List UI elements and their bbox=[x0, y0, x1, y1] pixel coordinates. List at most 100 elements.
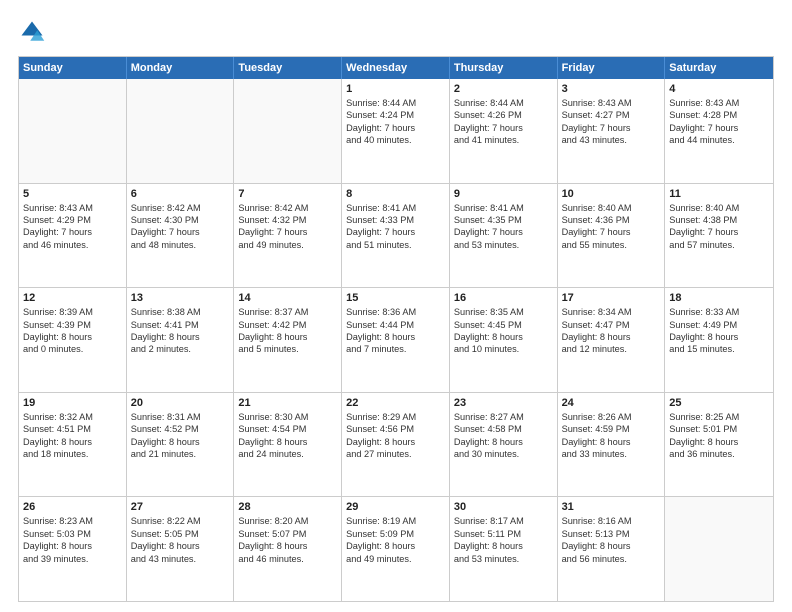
day-17-line-2: Sunset: 4:47 PM bbox=[562, 319, 661, 331]
day-27-line-4: and 43 minutes. bbox=[131, 553, 230, 565]
day-13-line-2: Sunset: 4:41 PM bbox=[131, 319, 230, 331]
day-27-line-3: Daylight: 8 hours bbox=[131, 540, 230, 552]
day-number-25: 25 bbox=[669, 397, 769, 409]
day-29-line-3: Daylight: 8 hours bbox=[346, 540, 445, 552]
day-23-line-1: Sunrise: 8:27 AM bbox=[454, 411, 553, 423]
day-5-line-1: Sunrise: 8:43 AM bbox=[23, 202, 122, 214]
day-29-line-2: Sunset: 5:09 PM bbox=[346, 528, 445, 540]
day-24-line-1: Sunrise: 8:26 AM bbox=[562, 411, 661, 423]
day-cell-4: 4Sunrise: 8:43 AMSunset: 4:28 PMDaylight… bbox=[665, 79, 773, 183]
day-26-line-4: and 39 minutes. bbox=[23, 553, 122, 565]
day-22-line-1: Sunrise: 8:29 AM bbox=[346, 411, 445, 423]
day-14-line-1: Sunrise: 8:37 AM bbox=[238, 306, 337, 318]
day-19-line-3: Daylight: 8 hours bbox=[23, 436, 122, 448]
day-9-line-1: Sunrise: 8:41 AM bbox=[454, 202, 553, 214]
day-31-line-4: and 56 minutes. bbox=[562, 553, 661, 565]
day-number-12: 12 bbox=[23, 292, 122, 304]
day-cell-10: 10Sunrise: 8:40 AMSunset: 4:36 PMDayligh… bbox=[558, 184, 666, 288]
day-21-line-1: Sunrise: 8:30 AM bbox=[238, 411, 337, 423]
day-7-line-3: Daylight: 7 hours bbox=[238, 226, 337, 238]
day-25-line-2: Sunset: 5:01 PM bbox=[669, 423, 769, 435]
day-2-line-3: Daylight: 7 hours bbox=[454, 122, 553, 134]
day-12-line-1: Sunrise: 8:39 AM bbox=[23, 306, 122, 318]
day-number-2: 2 bbox=[454, 83, 553, 95]
day-7-line-4: and 49 minutes. bbox=[238, 239, 337, 251]
day-27-line-1: Sunrise: 8:22 AM bbox=[131, 515, 230, 527]
day-number-18: 18 bbox=[669, 292, 769, 304]
day-cell-26: 26Sunrise: 8:23 AMSunset: 5:03 PMDayligh… bbox=[19, 497, 127, 601]
day-cell-25: 25 Sunrise: 8:25 AMSunset: 5:01 PMDayligh… bbox=[665, 393, 773, 497]
day-cell-12: 12Sunrise: 8:39 AMSunset: 4:39 PMDayligh… bbox=[19, 288, 127, 392]
day-24-line-3: Daylight: 8 hours bbox=[562, 436, 661, 448]
day-10-line-2: Sunset: 4:36 PM bbox=[562, 214, 661, 226]
day-20-line-1: Sunrise: 8:31 AM bbox=[131, 411, 230, 423]
day-31-line-2: Sunset: 5:13 PM bbox=[562, 528, 661, 540]
day-29-line-1: Sunrise: 8:19 AM bbox=[346, 515, 445, 527]
empty-cell-4-6 bbox=[665, 497, 773, 601]
calendar: SundayMondayTuesdayWednesdayThursdayFrid… bbox=[18, 56, 774, 602]
day-17-line-1: Sunrise: 8:34 AM bbox=[562, 306, 661, 318]
day-cell-24: 24 Sunrise: 8:26 AMSunset: 4:59 PMDayligh… bbox=[558, 393, 666, 497]
day-12-line-2: Sunset: 4:39 PM bbox=[23, 319, 122, 331]
day-30-line-1: Sunrise: 8:17 AM bbox=[454, 515, 553, 527]
day-cell-9: 9Sunrise: 8:41 AMSunset: 4:35 PMDaylight… bbox=[450, 184, 558, 288]
day-cell-19: 19 Sunrise: 8:32 AMSunset: 4:51 PMDayligh… bbox=[19, 393, 127, 497]
day-number-24: 24 bbox=[562, 397, 661, 409]
day-24-line-2: Sunset: 4:59 PM bbox=[562, 423, 661, 435]
day-10-line-4: and 55 minutes. bbox=[562, 239, 661, 251]
day-17-line-4: and 12 minutes. bbox=[562, 343, 661, 355]
day-11-line-1: Sunrise: 8:40 AM bbox=[669, 202, 769, 214]
day-cell-20: 20Sunrise: 8:31 AMSunset: 4:52 PMDayligh… bbox=[127, 393, 235, 497]
day-31-line-1: Sunrise: 8:16 AM bbox=[562, 515, 661, 527]
day-cell-7: 7Sunrise: 8:42 AMSunset: 4:32 PMDaylight… bbox=[234, 184, 342, 288]
day-number-16: 16 bbox=[454, 292, 553, 304]
day-27-line-2: Sunset: 5:05 PM bbox=[131, 528, 230, 540]
day-14-line-4: and 5 minutes. bbox=[238, 343, 337, 355]
day-8-line-1: Sunrise: 8:41 AM bbox=[346, 202, 445, 214]
day-10-line-1: Sunrise: 8:40 AM bbox=[562, 202, 661, 214]
calendar-row-3: 12 Sunrise: 8:39 AMSunset: 4:39 PM Dayligh… bbox=[19, 287, 773, 392]
day-14-line-2: Sunset: 4:42 PM bbox=[238, 319, 337, 331]
weekday-tuesday: Tuesday bbox=[234, 57, 342, 79]
day-16-line-3: Daylight: 8 hours bbox=[454, 331, 553, 343]
day-8-line-3: Daylight: 7 hours bbox=[346, 226, 445, 238]
day-cell-17: 17Sunrise: 8:34 AMSunset: 4:47 PMDayligh… bbox=[558, 288, 666, 392]
day-8-line-4: and 51 minutes. bbox=[346, 239, 445, 251]
empty-cell-0-1 bbox=[127, 79, 235, 183]
day-23-line-2: Sunset: 4:58 PM bbox=[454, 423, 553, 435]
day-8-line-2: Sunset: 4:33 PM bbox=[346, 214, 445, 226]
day-10-line-3: Daylight: 7 hours bbox=[562, 226, 661, 238]
day-26-line-3: Daylight: 8 hours bbox=[23, 540, 122, 552]
header bbox=[18, 18, 774, 46]
day-15-line-4: and 7 minutes. bbox=[346, 343, 445, 355]
day-16-line-4: and 10 minutes. bbox=[454, 343, 553, 355]
page: SundayMondayTuesdayWednesdayThursdayFrid… bbox=[0, 0, 792, 612]
day-cell-27: 27Sunrise: 8:22 AMSunset: 5:05 PMDayligh… bbox=[127, 497, 235, 601]
day-number-21: 21 bbox=[238, 397, 337, 409]
day-number-9: 9 bbox=[454, 188, 553, 200]
day-number-7: 7 bbox=[238, 188, 337, 200]
day-25-line-1: Sunrise: 8:25 AM bbox=[669, 411, 769, 423]
day-number-4: 4 bbox=[669, 83, 769, 95]
day-9-line-3: Daylight: 7 hours bbox=[454, 226, 553, 238]
day-30-line-4: and 53 minutes. bbox=[454, 553, 553, 565]
day-28-line-3: Daylight: 8 hours bbox=[238, 540, 337, 552]
day-1-line-1: Sunrise: 8:44 AM bbox=[346, 97, 445, 109]
day-number-6: 6 bbox=[131, 188, 230, 200]
day-number-19: 19 bbox=[23, 397, 122, 409]
day-number-15: 15 bbox=[346, 292, 445, 304]
day-19-line-2: Sunset: 4:51 PM bbox=[23, 423, 122, 435]
day-18-line-4: and 15 minutes. bbox=[669, 343, 769, 355]
day-25-line-3: Daylight: 8 hours bbox=[669, 436, 769, 448]
day-21-line-2: Sunset: 4:54 PM bbox=[238, 423, 337, 435]
day-5-line-2: Sunset: 4:29 PM bbox=[23, 214, 122, 226]
day-22-line-2: Sunset: 4:56 PM bbox=[346, 423, 445, 435]
day-number-8: 8 bbox=[346, 188, 445, 200]
day-5-line-3: Daylight: 7 hours bbox=[23, 226, 122, 238]
day-1-line-3: Daylight: 7 hours bbox=[346, 122, 445, 134]
day-13-line-1: Sunrise: 8:38 AM bbox=[131, 306, 230, 318]
day-21-line-3: Daylight: 8 hours bbox=[238, 436, 337, 448]
day-cell-29: 29Sunrise: 8:19 AMSunset: 5:09 PMDayligh… bbox=[342, 497, 450, 601]
day-19-line-1: Sunrise: 8:32 AM bbox=[23, 411, 122, 423]
empty-cell-0-0 bbox=[19, 79, 127, 183]
